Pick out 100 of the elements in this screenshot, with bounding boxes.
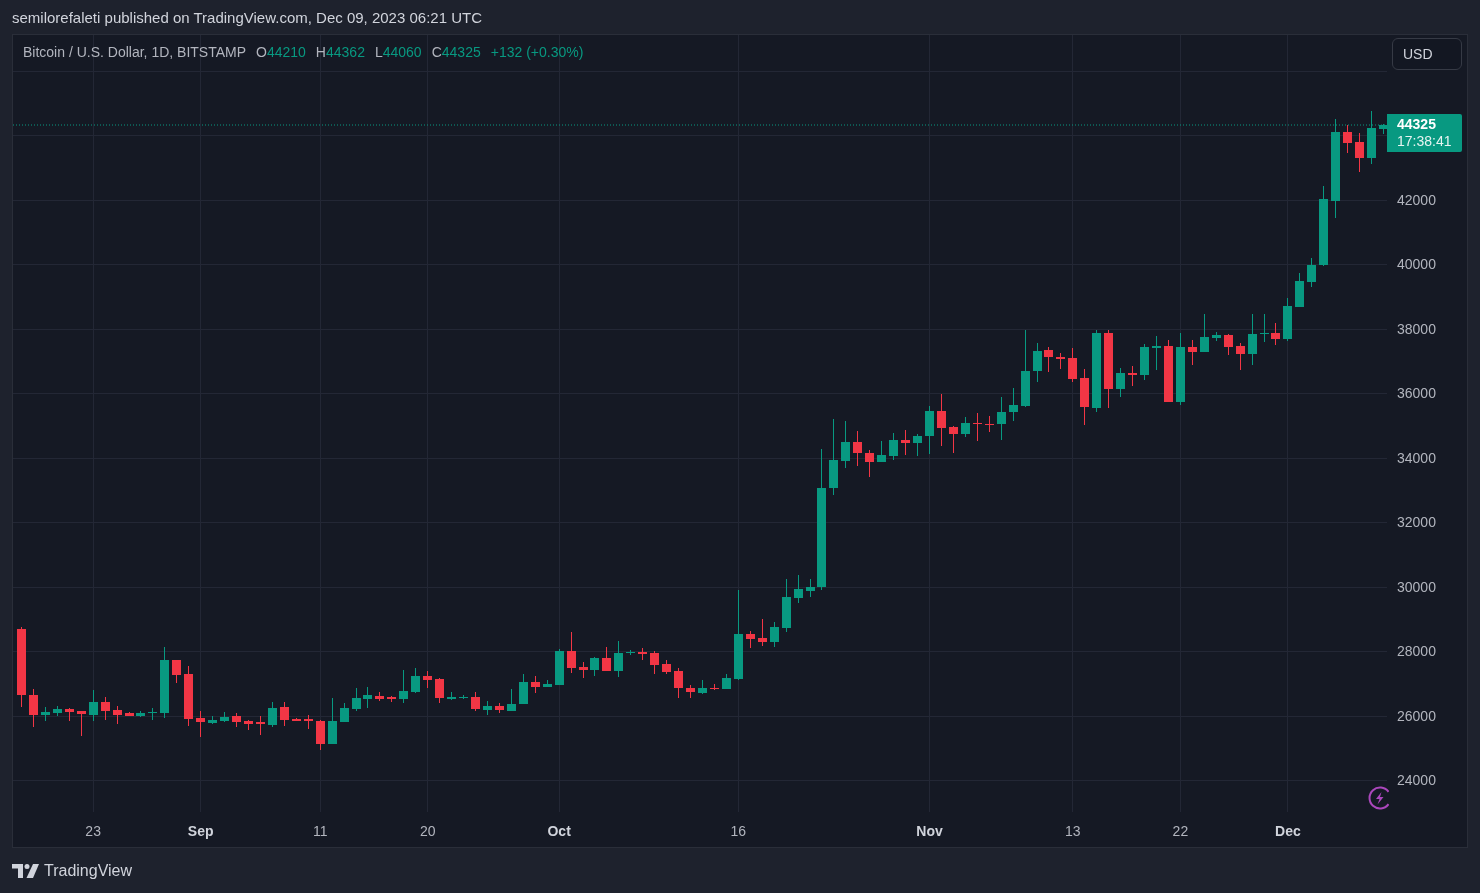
candle — [1068, 347, 1077, 383]
ohlc-label: C — [431, 44, 442, 60]
candle — [519, 673, 528, 705]
candle — [292, 717, 301, 722]
candle — [328, 697, 337, 745]
countdown-timer: 17:38:41 — [1397, 133, 1453, 150]
candle — [1044, 346, 1053, 373]
date-axis-label: Sep — [187, 823, 214, 839]
date-axis-label: 13 — [1065, 823, 1081, 839]
candle — [698, 679, 707, 695]
candle — [985, 415, 994, 433]
candle — [1283, 297, 1292, 342]
price-axis-label: 30000 — [1397, 579, 1436, 595]
price-axis-label: 38000 — [1397, 321, 1436, 337]
candle — [411, 667, 420, 694]
candle — [567, 631, 576, 674]
candle — [1116, 367, 1125, 398]
price-axis-label: 42000 — [1397, 192, 1436, 208]
candle — [101, 696, 110, 721]
price-axis-label: 28000 — [1397, 643, 1436, 660]
candle — [77, 710, 86, 737]
candle — [937, 393, 946, 447]
date-axis-label: 11 — [312, 823, 328, 839]
ohlc-label: L — [374, 44, 383, 60]
candle — [435, 677, 444, 704]
candle — [841, 420, 850, 469]
ohlc-value: 44362 — [326, 44, 365, 60]
candle — [268, 701, 277, 728]
date-axis-label: 23 — [85, 823, 101, 839]
price-axis-label: 24000 — [1397, 772, 1436, 789]
candle — [148, 707, 157, 721]
candle — [638, 647, 647, 661]
candle — [674, 667, 683, 699]
date-axis-label: 22 — [1172, 823, 1189, 839]
candle — [363, 686, 372, 709]
candle — [1009, 387, 1018, 422]
candle — [244, 719, 253, 731]
candle — [614, 640, 623, 678]
candle — [1080, 368, 1089, 426]
date-axis-label: 20 — [419, 823, 436, 839]
candle — [531, 675, 540, 694]
lightning-icon[interactable] — [1368, 785, 1389, 811]
candle — [1200, 314, 1209, 353]
candle — [423, 670, 432, 689]
publish-info: semilorefaleti published on TradingView.com, Dec 09, 2023 06:21 UTC — [12, 8, 482, 26]
candle — [1224, 333, 1233, 356]
candle — [507, 688, 516, 712]
candle — [1152, 335, 1161, 371]
candle — [125, 711, 134, 717]
candle — [352, 687, 361, 712]
candle — [1188, 339, 1197, 366]
candle — [1056, 352, 1065, 370]
candle — [1236, 342, 1245, 371]
candle — [961, 416, 970, 438]
candle — [1164, 339, 1173, 403]
ohlc-value: 44325 — [441, 44, 481, 60]
price-change: +132 (+0.30%) — [490, 44, 584, 60]
candle — [579, 661, 588, 679]
candle — [662, 659, 671, 675]
candle — [555, 648, 564, 686]
candle — [89, 689, 98, 722]
candle — [1212, 331, 1221, 342]
candle — [782, 578, 791, 633]
candle — [41, 706, 50, 722]
candle — [340, 702, 349, 723]
currency-button[interactable]: USD — [1392, 38, 1462, 70]
candle — [722, 673, 731, 690]
candle — [184, 665, 193, 727]
candle — [889, 432, 898, 461]
price-axis-label: 26000 — [1397, 708, 1436, 724]
candle — [686, 684, 695, 699]
price-axis-label: 32000 — [1397, 514, 1436, 531]
candle — [913, 433, 922, 457]
candle — [949, 425, 958, 453]
candle — [770, 621, 779, 648]
candle — [387, 695, 396, 703]
candle — [602, 646, 611, 672]
ohlc-value: 44210 — [266, 44, 306, 60]
candle — [113, 705, 122, 725]
date-axis-label: 16 — [730, 823, 747, 839]
candle — [1033, 342, 1042, 383]
candle — [220, 711, 229, 723]
candle — [901, 429, 910, 456]
price-axis-label: 36000 — [1397, 385, 1436, 402]
candle — [1367, 110, 1376, 165]
price-axis-label: 40000 — [1397, 256, 1436, 273]
logo-icon — [12, 863, 39, 878]
candle — [399, 669, 408, 704]
candle — [590, 656, 599, 677]
candle — [806, 578, 815, 598]
candle — [196, 710, 205, 738]
candle — [746, 630, 755, 649]
candle — [626, 649, 635, 656]
candle — [172, 659, 181, 684]
candle — [280, 701, 289, 727]
candle — [877, 440, 886, 463]
candle — [1128, 365, 1137, 387]
ohlc-label: O — [256, 44, 267, 60]
candle — [1343, 124, 1352, 154]
date-axis-label: Nov — [916, 823, 943, 839]
